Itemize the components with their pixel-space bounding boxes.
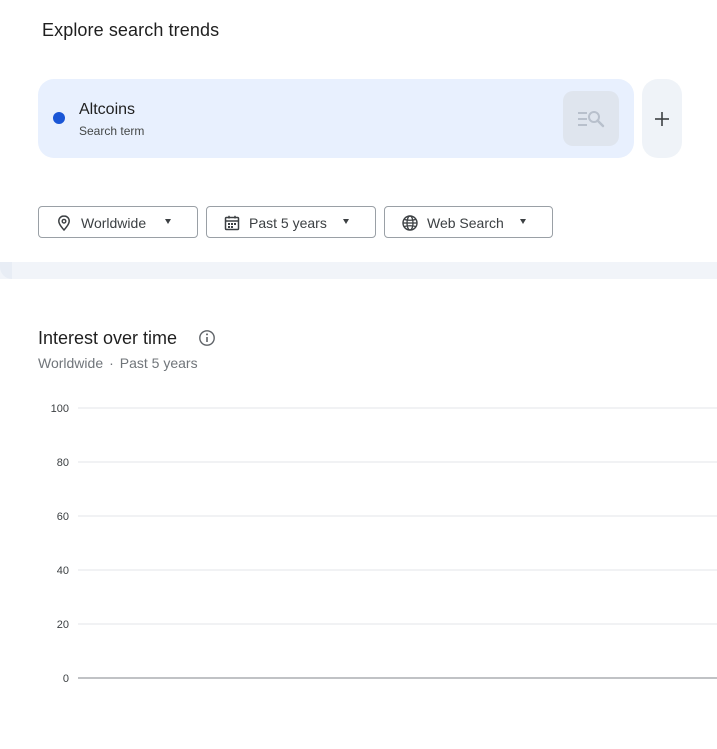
search-panel: Explore search trends Altcoins Search te… bbox=[0, 0, 717, 262]
y-tick-label: 20 bbox=[57, 619, 69, 631]
plus-icon bbox=[655, 111, 669, 126]
term-name: Altcoins bbox=[79, 101, 136, 118]
time-range-filter[interactable]: Past 5 years bbox=[206, 206, 376, 238]
location-filter[interactable]: Worldwide bbox=[38, 206, 198, 238]
chart-subtitle-separator: · bbox=[109, 355, 114, 371]
add-comparison-button[interactable] bbox=[642, 79, 682, 158]
y-tick-label: 0 bbox=[63, 673, 69, 685]
chevron-down-icon bbox=[343, 219, 349, 224]
term-color-dot bbox=[53, 112, 65, 124]
chart-subtitle: Worldwide · Past 5 years bbox=[38, 355, 198, 371]
y-tick-label: 80 bbox=[57, 457, 69, 469]
calendar-icon bbox=[224, 215, 240, 231]
search-term-card[interactable]: Altcoins Search term bbox=[38, 79, 634, 158]
page: Explore search trends Altcoins Search te… bbox=[0, 0, 717, 749]
location-filter-label: Worldwide bbox=[81, 215, 147, 231]
property-filter[interactable]: Web Search bbox=[384, 206, 553, 238]
property-filter-label: Web Search bbox=[427, 215, 504, 231]
search-list-icon bbox=[578, 110, 605, 127]
y-tick-label: 100 bbox=[51, 403, 69, 415]
page-title: Explore search trends bbox=[42, 20, 220, 40]
time-range-filter-label: Past 5 years bbox=[249, 215, 327, 231]
location-pin-icon bbox=[58, 215, 70, 232]
term-search-button[interactable] bbox=[563, 91, 619, 146]
chart-subtitle-time: Past 5 years bbox=[119, 355, 198, 371]
chevron-down-icon bbox=[520, 219, 526, 224]
globe-icon bbox=[402, 215, 418, 231]
term-type-label: Search term bbox=[79, 124, 145, 138]
interest-chart: 100 80 60 40 20 0 bbox=[51, 403, 717, 685]
chart-subtitle-location: Worldwide bbox=[38, 355, 104, 371]
y-tick-label: 60 bbox=[57, 511, 69, 523]
y-tick-label: 40 bbox=[57, 565, 69, 577]
info-icon[interactable] bbox=[198, 329, 216, 347]
chevron-down-icon bbox=[165, 219, 171, 224]
section-divider bbox=[0, 262, 717, 279]
chart-title: Interest over time bbox=[38, 328, 178, 348]
